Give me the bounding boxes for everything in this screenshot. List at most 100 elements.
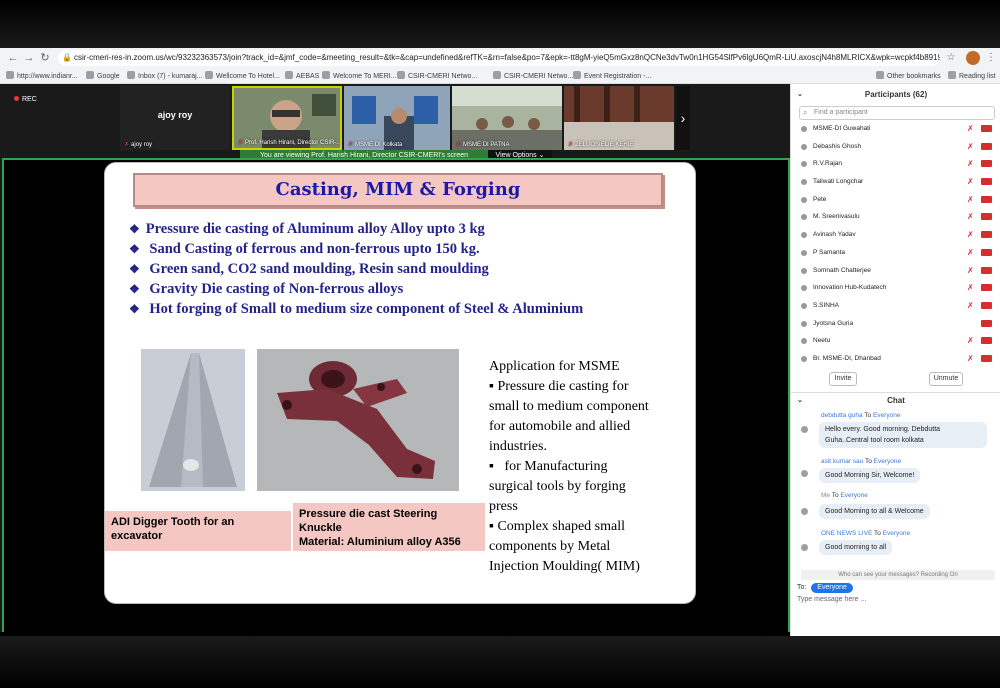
app-line: surgical tools by forging bbox=[489, 479, 626, 494]
tile-name-text: ajoy roy bbox=[131, 142, 153, 148]
participant-name: MSME-DI Guwahati bbox=[813, 125, 871, 132]
forward-icon[interactable]: → bbox=[22, 51, 36, 65]
app-line: industries. bbox=[489, 439, 547, 454]
video-tile[interactable]: ✗ ZELUOSIELIE KEHIE bbox=[564, 86, 674, 150]
bookmark-label: Welcome To MERI... bbox=[333, 73, 397, 80]
gmail-icon bbox=[205, 71, 213, 79]
menu-icon[interactable]: ⋮ bbox=[984, 51, 998, 65]
divider bbox=[791, 392, 1000, 393]
participant-row[interactable]: Innovation Hub-Kudatech ✗ bbox=[791, 279, 1000, 297]
app-line: small to medium component bbox=[489, 399, 649, 414]
participant-name: S.SINHA bbox=[813, 301, 840, 309]
bookmark-item[interactable]: Google bbox=[86, 71, 120, 81]
participant-row[interactable]: Pete ✗ bbox=[791, 191, 1000, 209]
muted-mic-icon: ✗ bbox=[124, 142, 130, 148]
bookmark-label: Event Registration -... bbox=[584, 73, 652, 80]
reading-list[interactable]: Reading list bbox=[948, 71, 996, 81]
lock-icon: 🔒 bbox=[62, 53, 72, 62]
message-meta: debdutta guha To Everyone bbox=[821, 412, 900, 419]
message-line: Good Morning to all & Welcome bbox=[825, 508, 924, 515]
search-placeholder: Find a participant bbox=[814, 109, 868, 116]
muted-mic-icon: ✗ bbox=[967, 177, 974, 187]
to-word: To bbox=[864, 412, 872, 419]
bookmark-icon bbox=[322, 71, 330, 79]
diamond-bullet-icon: ❖ bbox=[129, 222, 140, 236]
unmute-button[interactable]: Unmute bbox=[929, 372, 963, 386]
tile-name: ✗ MSME DI PATNA bbox=[456, 141, 509, 148]
participant-row[interactable]: P Samanta ✗ bbox=[791, 244, 1000, 262]
other-bookmarks[interactable]: Other bookmarks bbox=[876, 71, 941, 81]
participant-row[interactable]: Taliwati Longchar ✗ bbox=[791, 173, 1000, 191]
reload-icon[interactable]: ↻ bbox=[38, 51, 52, 65]
participant-row[interactable]: Neetu ✗ bbox=[791, 332, 1000, 350]
caption-line: ADI Digger Tooth for an bbox=[111, 516, 235, 528]
message-line: Good morning to all bbox=[825, 544, 887, 551]
star-icon[interactable]: ☆ bbox=[944, 51, 958, 65]
participant-row[interactable]: S.SINHA ✗ bbox=[791, 297, 1000, 315]
video-off-icon bbox=[981, 160, 992, 168]
participant-row[interactable]: Avinash Yadav ✗ bbox=[791, 226, 1000, 244]
participant-row[interactable]: MSME-DI Guwahati ✗ bbox=[791, 120, 1000, 138]
tile-name-text: MSME DI Kolkata bbox=[355, 142, 403, 148]
recipient-dropdown[interactable]: Everyone bbox=[811, 583, 853, 593]
participant-row[interactable]: Debashis Ghosh ✗ bbox=[791, 138, 1000, 156]
sender-name: ONE NEWS LIVE bbox=[821, 530, 873, 537]
reading-list-icon bbox=[948, 71, 956, 79]
video-off-icon bbox=[981, 178, 992, 186]
participant-row[interactable]: M. Sreenivasulu ✗ bbox=[791, 208, 1000, 226]
video-tile[interactable]: ✗ MSME DI Kolkata bbox=[344, 86, 450, 150]
message-bubble: Hello every. Good morning. Debdutta Guha… bbox=[819, 422, 987, 448]
bookmark-item[interactable]: http://www.indianr... bbox=[6, 71, 78, 81]
bookmark-item[interactable]: Event Registration -... bbox=[573, 71, 651, 81]
bookmark-label: Inbox (7) - kumaraj... bbox=[138, 73, 203, 80]
message-meta: ONE NEWS LIVE To Everyone bbox=[821, 530, 910, 537]
bullet-item: ❖ Gravity Die casting of Non-ferrous all… bbox=[129, 279, 689, 299]
video-off-icon bbox=[981, 125, 992, 132]
participant-search-input[interactable]: ⌕ Find a participant bbox=[799, 106, 995, 120]
participant-row[interactable]: R.V.Rajan ✗ bbox=[791, 155, 1000, 173]
meeting-area: REC ajoy roy ✗ ajoy roy ✗ Prof. Harish Hir… bbox=[0, 84, 790, 636]
video-off-icon bbox=[981, 195, 992, 203]
bookmark-item[interactable]: Inbox (7) - kumaraj... bbox=[127, 71, 203, 81]
participant-row[interactable]: Br. MSME-DI, Dhanbad ✗ bbox=[791, 350, 1000, 368]
caption-line: Material: Aluminium alloy A356 bbox=[299, 536, 461, 548]
message-bubble: Good Morning Sir, Welcome! bbox=[819, 468, 921, 483]
record-icon bbox=[14, 96, 19, 101]
participant-row[interactable]: Jyotsna Guria bbox=[791, 315, 1000, 333]
back-icon[interactable]: ← bbox=[6, 51, 20, 65]
bookmark-item[interactable]: Welcome To MERI... bbox=[322, 71, 397, 81]
bookmark-item[interactable]: CSIR-CMERI Netwo... bbox=[493, 71, 573, 81]
to-word: To bbox=[831, 492, 839, 499]
video-tile[interactable]: ajoy roy ✗ ajoy roy bbox=[120, 86, 230, 150]
bookmark-label: AEBAS bbox=[296, 73, 320, 80]
person-icon bbox=[801, 126, 807, 132]
bookmark-label: Wellcome To Hotel... bbox=[216, 73, 280, 80]
collapse-chevron-icon[interactable]: ⌄ bbox=[797, 394, 803, 408]
muted-mic-icon: ✗ bbox=[967, 300, 974, 310]
sender-avatar bbox=[801, 544, 808, 551]
recipient: Everyone bbox=[872, 412, 901, 419]
message-line: Good Morning Sir, Welcome! bbox=[825, 472, 915, 479]
person-icon bbox=[801, 249, 807, 256]
bullet-item: ❖ Hot forging of Small to medium size co… bbox=[129, 299, 689, 319]
url-bar[interactable]: csir-cmeri-res-in.zoom.us/wc/93232363573… bbox=[58, 50, 940, 66]
shared-screen: Casting, MIM & Forging ❖ Pressure die cas… bbox=[2, 158, 790, 634]
participant-row[interactable]: Somnath Chatterjee ✗ bbox=[791, 262, 1000, 280]
bookmark-item[interactable]: CSIR-CMERI Netwo... bbox=[397, 71, 477, 81]
participant-name: Taliwati Longchar bbox=[813, 178, 864, 186]
muted-mic-icon: ✗ bbox=[967, 247, 974, 257]
next-page-icon[interactable]: › bbox=[676, 86, 690, 150]
video-tile[interactable]: ✗ MSME DI PATNA bbox=[452, 86, 562, 150]
muted-mic-icon: ✗ bbox=[568, 142, 574, 148]
invite-button[interactable]: Invite bbox=[829, 372, 857, 386]
chat-message-input[interactable]: Type message here ... bbox=[797, 594, 993, 606]
profile-avatar[interactable] bbox=[966, 51, 980, 65]
chat-header: ⌄ Chat bbox=[791, 394, 1000, 408]
muted-mic-icon: ✗ bbox=[238, 140, 244, 146]
collapse-chevron-icon[interactable]: ⌄ bbox=[797, 88, 803, 102]
who-can-see-notice[interactable]: Who can see your messages? Recording On bbox=[801, 570, 995, 580]
bookmark-item[interactable]: Wellcome To Hotel... bbox=[205, 71, 280, 81]
bookmark-item[interactable]: AEBAS bbox=[285, 71, 319, 81]
slide-title: Casting, MIM & Forging bbox=[133, 173, 663, 207]
video-tile-active[interactable]: ✗ Prof. Harish Hirani, Director CSIR-... bbox=[232, 86, 342, 150]
